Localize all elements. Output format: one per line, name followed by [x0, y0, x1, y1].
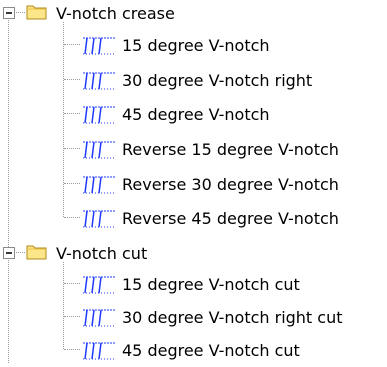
tree-leaf-label: Reverse 30 degree V-notch — [122, 175, 339, 194]
tree-leaf[interactable]: 30 degree V-notch right cut — [0, 304, 387, 334]
tree-leaf-label: 45 degree V-notch — [122, 105, 270, 124]
tree-leaf-label: 30 degree V-notch right — [122, 71, 313, 90]
tree-leaf-label: 45 degree V-notch cut — [122, 341, 300, 360]
tree-leaf-label: Reverse 45 degree V-notch — [122, 209, 339, 228]
collapse-toggle-icon[interactable] — [3, 247, 15, 259]
tree-leaf-label: 30 degree V-notch right cut — [122, 308, 343, 327]
folder-icon — [26, 5, 47, 20]
tree-leaf[interactable]: 15 degree V-notch cut — [0, 271, 387, 301]
tree-leaf[interactable]: Reverse 30 degree V-notch — [0, 171, 387, 201]
tree-node-v-notch-cut[interactable]: V-notch cut — [0, 240, 387, 270]
v-notch-icon — [83, 72, 115, 90]
tree-leaf[interactable]: 45 degree V-notch — [0, 101, 387, 131]
tree-node-label: V-notch cut — [56, 244, 148, 263]
tree-node-label: V-notch crease — [56, 4, 175, 23]
collapse-toggle-icon[interactable] — [3, 7, 15, 19]
folder-icon — [26, 245, 47, 260]
v-notch-icon — [83, 309, 115, 327]
v-notch-icon — [83, 141, 115, 159]
v-notch-icon — [83, 106, 115, 124]
v-notch-icon — [83, 342, 115, 360]
tree-leaf-label: 15 degree V-notch — [122, 36, 270, 55]
tree-leaf-label: Reverse 15 degree V-notch — [122, 140, 339, 159]
tree-view: V-notch crease 15 degree V-notch 30 degr… — [0, 0, 387, 363]
tree-leaf[interactable]: Reverse 45 degree V-notch — [0, 205, 387, 235]
v-notch-icon — [83, 276, 115, 294]
v-notch-icon — [83, 210, 115, 228]
tree-leaf-label: 15 degree V-notch cut — [122, 275, 300, 294]
tree-leaf[interactable]: 15 degree V-notch — [0, 32, 387, 62]
v-notch-icon — [83, 37, 115, 55]
tree-leaf[interactable]: Reverse 15 degree V-notch — [0, 136, 387, 166]
tree-leaf[interactable]: 30 degree V-notch right — [0, 67, 387, 97]
v-notch-icon — [83, 176, 115, 194]
tree-node-v-notch-crease[interactable]: V-notch crease — [0, 0, 387, 30]
